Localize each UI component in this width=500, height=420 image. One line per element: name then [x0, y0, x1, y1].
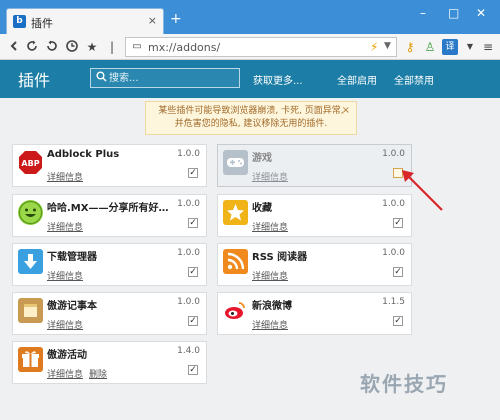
watermark-text: 软件技巧	[360, 372, 448, 396]
menu-icon[interactable]: ≡	[480, 39, 496, 55]
enable-checkbox[interactable]: ✓	[188, 267, 198, 277]
address-bar[interactable]: ▭ mx://addons/ ⚡ ▼	[125, 37, 397, 57]
search-icon	[96, 71, 107, 85]
download-icon	[18, 249, 43, 274]
star-icon	[223, 200, 248, 225]
plugin-card-notepad: 傲游记事本 1.0.0 详细信息 ✓	[12, 292, 207, 335]
plugin-name: 收藏	[252, 203, 272, 214]
tab-close-icon[interactable]: ×	[148, 14, 157, 27]
page-title: 插件	[18, 71, 51, 90]
plugin-version: 1.0.0	[177, 297, 200, 307]
maxthon-logo-icon: b	[13, 15, 26, 28]
details-link[interactable]: 详细信息	[47, 318, 83, 331]
plugin-name: 哈哈.MX——分享所有好笑的...	[47, 203, 177, 214]
details-link[interactable]: 详细信息	[47, 170, 83, 183]
maximize-button[interactable]: □	[448, 6, 459, 20]
details-link[interactable]: 详细信息	[252, 220, 288, 233]
search-box[interactable]	[90, 68, 240, 88]
smiley-icon	[18, 200, 43, 225]
enable-checkbox[interactable]: ✓	[188, 316, 198, 326]
gift-icon	[18, 347, 43, 372]
plugin-name: 傲游活动	[47, 350, 87, 361]
enable-checkbox[interactable]: ✓	[188, 168, 198, 178]
search-input[interactable]	[109, 71, 234, 85]
abp-icon: ABP	[18, 150, 43, 175]
plugin-card-haha: 哈哈.MX——分享所有好笑的... 1.0.0 详细信息 ✓	[12, 194, 207, 237]
notice-close-icon[interactable]: ×	[342, 104, 350, 117]
user-icon[interactable]: ♙	[422, 39, 438, 55]
enable-checkbox[interactable]: ✓	[393, 218, 403, 228]
disable-all-button[interactable]: 全部禁用	[394, 72, 434, 87]
notice-line-2: 并危害您的隐私, 建议移除无用的插件.	[174, 119, 328, 129]
notepad-icon	[18, 298, 43, 323]
back-arrow-icon[interactable]	[6, 39, 22, 55]
details-link[interactable]: 详细信息	[47, 269, 83, 282]
page-icon: ▭	[132, 41, 142, 52]
plugin-card-weibo: 新浪微博 1.1.5 详细信息 ✓	[217, 292, 412, 335]
chevron-down-icon[interactable]: ▼	[384, 41, 391, 51]
tab-title: 插件	[31, 17, 53, 30]
plugin-version: 1.0.0	[382, 248, 405, 258]
translate-icon[interactable]: 译	[442, 39, 458, 55]
addons-list-area: 某些插件可能导致浏览器崩溃, 卡死, 页面异常, 并危害您的隐私, 建议移除无用…	[0, 98, 500, 420]
weibo-icon	[223, 298, 248, 323]
browser-tab[interactable]: b 插件 ×	[6, 8, 164, 34]
get-more-link[interactable]: 获取更多...	[253, 72, 303, 87]
plugin-name: Adblock Plus	[47, 149, 120, 160]
plugin-card-adblock: ABP Adblock Plus 1.0.0 详细信息 ✓	[12, 144, 207, 187]
details-link[interactable]: 详细信息	[252, 170, 288, 183]
key-icon[interactable]: ⚷	[402, 39, 418, 55]
dropdown-icon[interactable]: ▼	[462, 39, 478, 55]
history-icon[interactable]	[64, 39, 80, 55]
new-tab-button[interactable]: +	[170, 12, 182, 26]
enable-checkbox[interactable]: ✓	[393, 316, 403, 326]
plugin-version: 1.0.0	[177, 199, 200, 209]
details-link[interactable]: 详细信息	[47, 220, 83, 233]
remove-link[interactable]: 删除	[89, 367, 107, 380]
plugin-version: 1.0.0	[382, 199, 405, 209]
star-icon[interactable]: ★	[84, 39, 100, 55]
plugin-version: 1.0.0	[177, 248, 200, 258]
plugin-name: 下载管理器	[47, 252, 97, 263]
warning-notice: 某些插件可能导致浏览器崩溃, 卡死, 页面异常, 并危害您的隐私, 建议移除无用…	[145, 101, 357, 135]
enable-all-button[interactable]: 全部启用	[337, 72, 377, 87]
enable-checkbox[interactable]: ✓	[188, 218, 198, 228]
plugin-card-favorites: 收藏 1.0.0 详细信息 ✓	[217, 194, 412, 237]
notice-line-1: 某些插件可能导致浏览器崩溃, 卡死, 页面异常,	[158, 106, 344, 116]
refresh-icon[interactable]	[24, 39, 40, 55]
addons-header: 插件 获取更多... 全部启用 全部禁用	[0, 60, 500, 98]
plugin-version: 1.4.0	[177, 346, 200, 356]
title-bar: b 插件 × + – □ ✕	[0, 0, 500, 34]
details-link[interactable]: 详细信息	[252, 318, 288, 331]
plugin-card-rss: RSS 阅读器 1.0.0 详细信息 ✓	[217, 243, 412, 286]
details-link[interactable]: 详细信息	[47, 367, 83, 380]
plugin-name: RSS 阅读器	[252, 252, 308, 263]
plugin-name: 新浪微博	[252, 301, 292, 312]
svg-text:ABP: ABP	[21, 159, 39, 168]
rss-icon	[223, 249, 248, 274]
url-text[interactable]: mx://addons/	[148, 41, 220, 54]
enable-checkbox[interactable]: ✓	[393, 267, 403, 277]
plugin-name: 傲游记事本	[47, 301, 97, 312]
gamepad-icon	[223, 150, 248, 175]
minimize-button[interactable]: –	[420, 6, 426, 20]
lightning-icon[interactable]: ⚡	[370, 40, 378, 54]
plugin-card-download: 下载管理器 1.0.0 详细信息 ✓	[12, 243, 207, 286]
plugin-version: 1.0.0	[382, 149, 405, 159]
divider-icon: |	[109, 40, 115, 54]
browser-toolbar: ★ | ▭ mx://addons/ ⚡ ▼ ⚷ ♙ 译 ▼ ≡	[0, 34, 500, 60]
plugin-name: 游戏	[252, 153, 272, 164]
close-window-button[interactable]: ✕	[476, 6, 486, 20]
plugin-version: 1.0.0	[177, 149, 200, 159]
undo-icon[interactable]	[44, 39, 60, 55]
enable-checkbox[interactable]: ✓	[188, 365, 198, 375]
details-link[interactable]: 详细信息	[252, 269, 288, 282]
plugin-card-games: 游戏 1.0.0 详细信息	[217, 144, 412, 187]
plugin-card-events: 傲游活动 1.4.0 详细信息 删除 ✓	[12, 341, 207, 384]
plugin-version: 1.1.5	[382, 297, 405, 307]
